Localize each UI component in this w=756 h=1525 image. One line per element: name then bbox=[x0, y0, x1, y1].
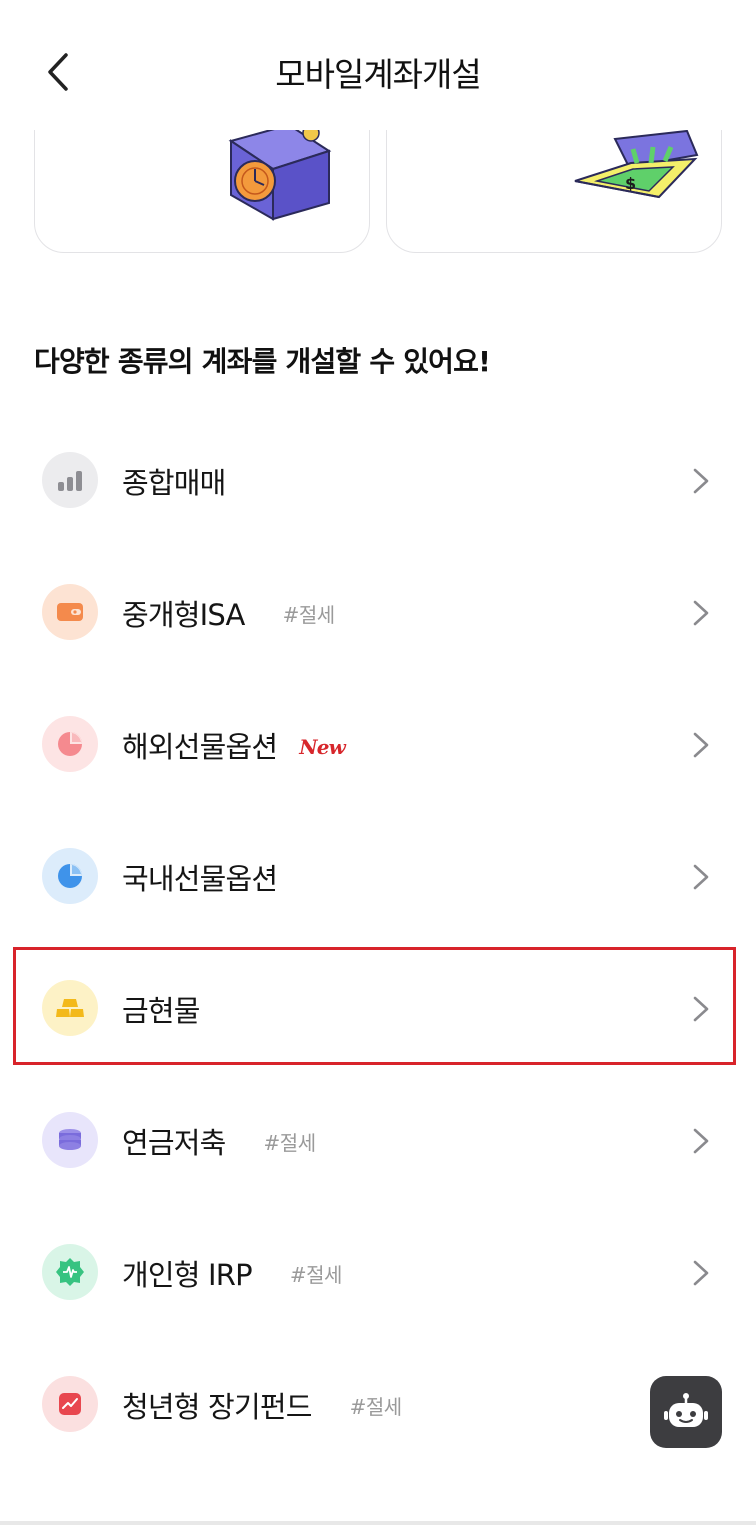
wallet-icon bbox=[42, 584, 98, 640]
tax-saving-tag: #절세 bbox=[349, 1395, 403, 1419]
list-item-youth-fund[interactable]: 청년형 장기펀드 #절세 bbox=[0, 1338, 756, 1470]
tax-saving-tag: #절세 bbox=[289, 1263, 343, 1287]
label-text: 금현물 bbox=[122, 994, 200, 1028]
list-item-domestic-futures[interactable]: 국내선물옵션 bbox=[0, 810, 756, 942]
feature-cards: $ bbox=[0, 90, 756, 260]
page-title: 모바일계좌개설 bbox=[275, 55, 482, 94]
list-item-irp[interactable]: 개인형 IRP #절세 bbox=[0, 1206, 756, 1338]
bottom-divider bbox=[0, 1521, 756, 1525]
label-text: 중개형ISA bbox=[122, 598, 245, 632]
label-text: 개인형 IRP bbox=[122, 1258, 253, 1292]
item-label: 개인형 IRP #절세 bbox=[122, 1252, 342, 1294]
money-box-illustration: $ bbox=[574, 129, 699, 199]
screen: $ 모바일계좌개설 다양한 종류의 계좌를 개설할 수 있어요! 종합매매 중개… bbox=[0, 0, 756, 1525]
label-text: 청년형 장기펀드 bbox=[122, 1390, 312, 1424]
new-badge: New bbox=[299, 735, 346, 759]
item-label: 중개형ISA #절세 bbox=[122, 592, 335, 634]
chatbot-button[interactable] bbox=[650, 1376, 722, 1448]
item-label: 연금저축 #절세 bbox=[122, 1120, 316, 1162]
list-item-general-trading[interactable]: 종합매매 bbox=[0, 414, 756, 546]
chevron-right-icon bbox=[693, 1260, 709, 1286]
item-label: 청년형 장기펀드 #절세 bbox=[122, 1384, 402, 1426]
list-item-overseas-futures[interactable]: 해외선물옵션 New bbox=[0, 678, 756, 810]
chevron-right-icon bbox=[693, 864, 709, 890]
section-title: 다양한 종류의 계좌를 개설할 수 있어요! bbox=[34, 345, 491, 378]
item-label: 금현물 bbox=[122, 988, 200, 1030]
list-item-pension-savings[interactable]: 연금저축 #절세 bbox=[0, 1074, 756, 1206]
pie-chart-icon bbox=[42, 848, 98, 904]
item-label: 해외선물옵션 New bbox=[122, 724, 346, 766]
pulse-badge-icon bbox=[42, 1244, 98, 1300]
chevron-right-icon bbox=[693, 732, 709, 758]
chevron-right-icon bbox=[693, 600, 709, 626]
item-label: 국내선물옵션 bbox=[122, 856, 278, 898]
tax-saving-tag: #절세 bbox=[263, 1131, 317, 1155]
pie-chart-icon bbox=[42, 716, 98, 772]
account-type-list: 종합매매 중개형ISA #절세 해외선물옵션 New 국내선물옵션 금현물 연금… bbox=[0, 414, 756, 1470]
chevron-right-icon bbox=[693, 996, 709, 1022]
item-label: 종합매매 bbox=[122, 460, 226, 502]
list-item-gold-spot[interactable]: 금현물 bbox=[0, 942, 756, 1074]
label-text: 국내선물옵션 bbox=[122, 862, 278, 896]
tax-saving-tag: #절세 bbox=[282, 603, 336, 627]
robot-icon bbox=[664, 1393, 708, 1427]
coin-stack-icon bbox=[42, 1112, 98, 1168]
chevron-right-icon bbox=[693, 468, 709, 494]
trend-chart-icon bbox=[42, 1376, 98, 1432]
label-text: 해외선물옵션 bbox=[122, 730, 278, 764]
app-header: 모바일계좌개설 bbox=[0, 0, 756, 130]
list-item-isa[interactable]: 중개형ISA #절세 bbox=[0, 546, 756, 678]
gold-bars-icon bbox=[42, 980, 98, 1036]
chevron-right-icon bbox=[693, 1128, 709, 1154]
bar-chart-icon bbox=[42, 452, 98, 508]
label-text: 종합매매 bbox=[122, 466, 226, 500]
label-text: 연금저축 bbox=[122, 1126, 226, 1160]
